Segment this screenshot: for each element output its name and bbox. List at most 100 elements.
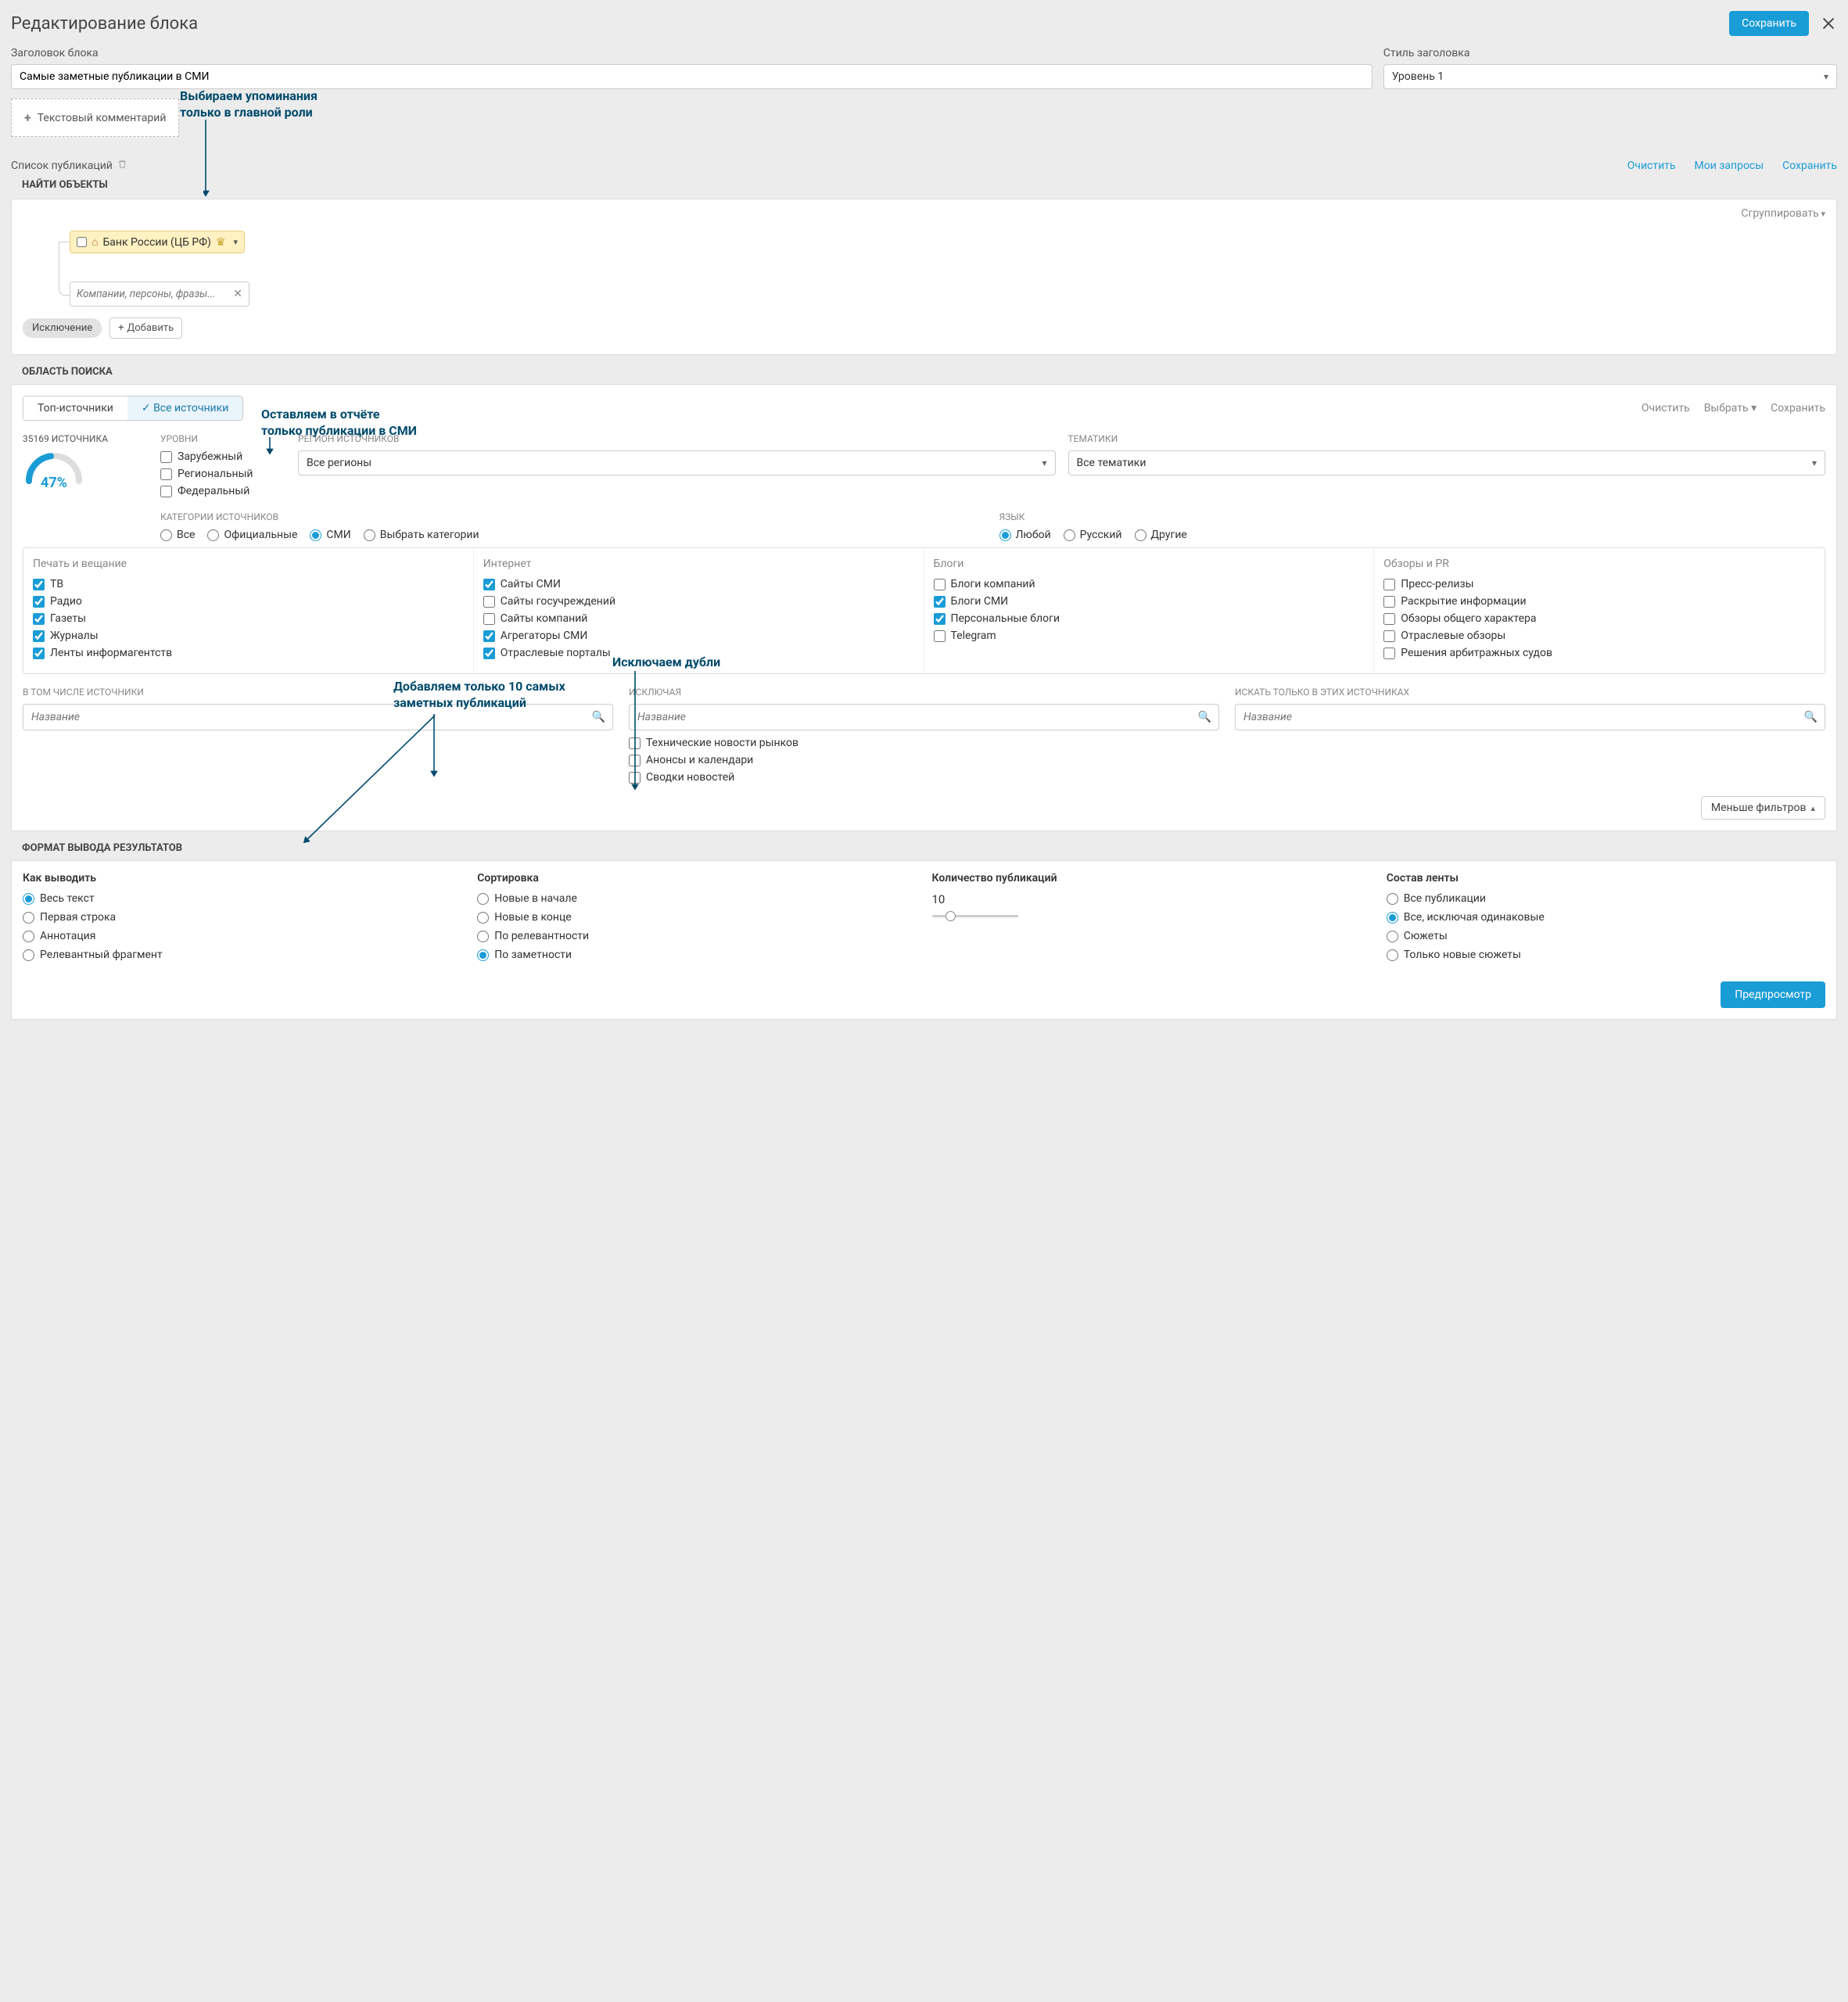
- lang-any[interactable]: Любой: [999, 529, 1051, 541]
- grp4-disclosure[interactable]: Раскрытие информации: [1383, 595, 1815, 608]
- grp1-agencies[interactable]: Ленты информагентств: [33, 647, 464, 659]
- tag-checkbox[interactable]: [77, 237, 87, 247]
- grp1-magazines[interactable]: Журналы: [33, 630, 464, 642]
- topics-label: ТЕМАТИКИ: [1068, 433, 1826, 444]
- exclude-input[interactable]: [629, 704, 1219, 730]
- grp4-court[interactable]: Решения арбитражных судов: [1383, 647, 1815, 659]
- feed-stories[interactable]: Сюжеты: [1387, 930, 1825, 942]
- lvl-regional[interactable]: Региональный: [160, 468, 285, 480]
- save-link[interactable]: Сохранить: [1782, 160, 1837, 172]
- search-icon[interactable]: 🔍: [1198, 711, 1211, 723]
- feed-new-stories[interactable]: Только новые сюжеты: [1387, 949, 1825, 961]
- gauge-chart: 47%: [23, 449, 85, 488]
- trash-icon[interactable]: [117, 159, 127, 173]
- my-queries-link[interactable]: Мои запросы: [1695, 160, 1764, 172]
- preview-button[interactable]: Предпросмотр: [1721, 981, 1825, 1008]
- feed-all[interactable]: Все публикации: [1387, 892, 1825, 905]
- sort-new-last[interactable]: Новые в конце: [477, 911, 916, 924]
- less-filters-button[interactable]: Меньше фильтров: [1701, 796, 1825, 820]
- pub-list-title: Список публикаций: [11, 160, 113, 172]
- grp1-newspapers[interactable]: Газеты: [33, 612, 464, 625]
- tab-top-sources[interactable]: Топ-источники: [23, 396, 127, 420]
- sort-relevance[interactable]: По релевантности: [477, 930, 916, 942]
- home-icon: ⌂: [92, 235, 98, 249]
- block-title-input[interactable]: [11, 64, 1373, 89]
- fmt-first-line[interactable]: Первая строка: [23, 911, 461, 924]
- clear-link2[interactable]: Очистить: [1642, 402, 1690, 414]
- sort-prominence[interactable]: По заметности: [477, 949, 916, 961]
- region-select[interactable]: Все регионы: [298, 450, 1056, 475]
- grp2-aggregators[interactable]: Агрегаторы СМИ: [483, 630, 914, 642]
- grp2-industry[interactable]: Отраслевые порталы: [483, 647, 914, 659]
- save-link2[interactable]: Сохранить: [1771, 402, 1825, 414]
- crown-icon: ♛: [216, 236, 226, 249]
- search-icon[interactable]: 🔍: [592, 711, 605, 723]
- add-button[interactable]: + Добавить: [109, 318, 182, 339]
- grp3-telegram[interactable]: Telegram: [934, 630, 1365, 642]
- region-label: РЕГИОН ИСТОЧНИКОВ: [298, 433, 1056, 444]
- grp4-press[interactable]: Пресс-релизы: [1383, 578, 1815, 590]
- only-input[interactable]: [1235, 704, 1825, 730]
- cats-label: КАТЕГОРИИ ИСТОЧНИКОВ: [160, 511, 987, 522]
- cat-smi[interactable]: СМИ: [310, 529, 350, 541]
- grp2-sites-gov[interactable]: Сайты госучреждений: [483, 595, 914, 608]
- grp1-radio[interactable]: Радио: [33, 595, 464, 608]
- grp4-industry[interactable]: Отраслевые обзоры: [1383, 630, 1815, 642]
- cat-choose[interactable]: Выбрать категории: [364, 529, 479, 541]
- include-input[interactable]: [23, 704, 613, 730]
- fmt-col3-head: Количество публикаций: [932, 872, 1371, 884]
- count-slider[interactable]: [932, 915, 1018, 917]
- feed-unique[interactable]: Все, исключая одинаковые: [1387, 911, 1825, 924]
- cat-all[interactable]: Все: [160, 529, 195, 541]
- grp3-personal[interactable]: Персональные блоги: [934, 612, 1365, 625]
- close-icon[interactable]: [1820, 15, 1837, 32]
- lang-ru[interactable]: Русский: [1064, 529, 1122, 541]
- plus-icon: +: [118, 322, 124, 334]
- levels-label: УРОВНИ: [160, 433, 285, 444]
- chevron-down-icon[interactable]: ▾: [233, 237, 238, 247]
- grp4-general[interactable]: Обзоры общего характера: [1383, 612, 1815, 625]
- clear-link[interactable]: Очистить: [1627, 160, 1676, 172]
- note-main-role: Выбираем упоминаниятолько в главной роли: [180, 88, 318, 121]
- sources-count: 35169 ИСТОЧНИКА: [23, 433, 148, 444]
- grp2-sites-smi[interactable]: Сайты СМИ: [483, 578, 914, 590]
- cat-official[interactable]: Официальные: [207, 529, 297, 541]
- company-search-input[interactable]: [77, 289, 228, 300]
- grp3-smi-blogs[interactable]: Блоги СМИ: [934, 595, 1365, 608]
- choose-link[interactable]: Выбрать ▾: [1704, 402, 1756, 414]
- sort-new-first[interactable]: Новые в начале: [477, 892, 916, 905]
- grp1-tv[interactable]: ТВ: [33, 578, 464, 590]
- group-link[interactable]: Сгруппировать: [1741, 207, 1825, 220]
- topics-select[interactable]: Все тематики: [1068, 450, 1826, 475]
- lang-other[interactable]: Другие: [1135, 529, 1187, 541]
- search-area-heading: ОБЛАСТЬ ПОИСКА: [22, 366, 1837, 378]
- ex-announcements[interactable]: Анонсы и календари: [629, 754, 1219, 766]
- lvl-federal[interactable]: Федеральный: [160, 485, 285, 497]
- grp4-title: Обзоры и PR: [1383, 558, 1815, 570]
- grp1-title: Печать и вещание: [33, 558, 464, 570]
- lvl-foreign[interactable]: Зарубежный: [160, 450, 285, 463]
- search-icon[interactable]: 🔍: [1804, 711, 1817, 723]
- style-select[interactable]: Уровень 1: [1383, 64, 1837, 89]
- exclusion-pill[interactable]: Исключение: [23, 318, 102, 338]
- text-comment-button[interactable]: + Текстовый комментарий: [11, 99, 179, 137]
- fmt-annotation[interactable]: Аннотация: [23, 930, 461, 942]
- clear-input-icon[interactable]: ✕: [233, 288, 242, 300]
- grp2-sites-corp[interactable]: Сайты компаний: [483, 612, 914, 625]
- ex-digests[interactable]: Сводки новостей: [629, 771, 1219, 784]
- object-tag[interactable]: ⌂ Банк России (ЦБ РФ) ♛ ▾: [70, 231, 245, 253]
- fmt-relevant[interactable]: Релевантный фрагмент: [23, 949, 461, 961]
- fmt-col4-head: Состав ленты: [1387, 872, 1825, 884]
- company-search-box[interactable]: ✕: [70, 282, 249, 307]
- only-label: ИСКАТЬ ТОЛЬКО В ЭТИХ ИСТОЧНИКАХ: [1235, 687, 1825, 698]
- grp2-title: Интернет: [483, 558, 914, 570]
- tab-all-sources[interactable]: Все источники: [127, 396, 242, 420]
- exclude-label: ИСКЛЮЧАЯ: [629, 687, 1219, 698]
- fmt-full-text[interactable]: Весь текст: [23, 892, 461, 905]
- grp3-corp-blogs[interactable]: Блоги компаний: [934, 578, 1365, 590]
- fmt-col2-head: Сортировка: [477, 872, 916, 884]
- save-button[interactable]: Сохранить: [1729, 11, 1809, 36]
- ex-tech-news[interactable]: Технические новости рынков: [629, 737, 1219, 749]
- lang-label: ЯЗЫК: [999, 511, 1826, 522]
- block-title-label: Заголовок блока: [11, 47, 1373, 59]
